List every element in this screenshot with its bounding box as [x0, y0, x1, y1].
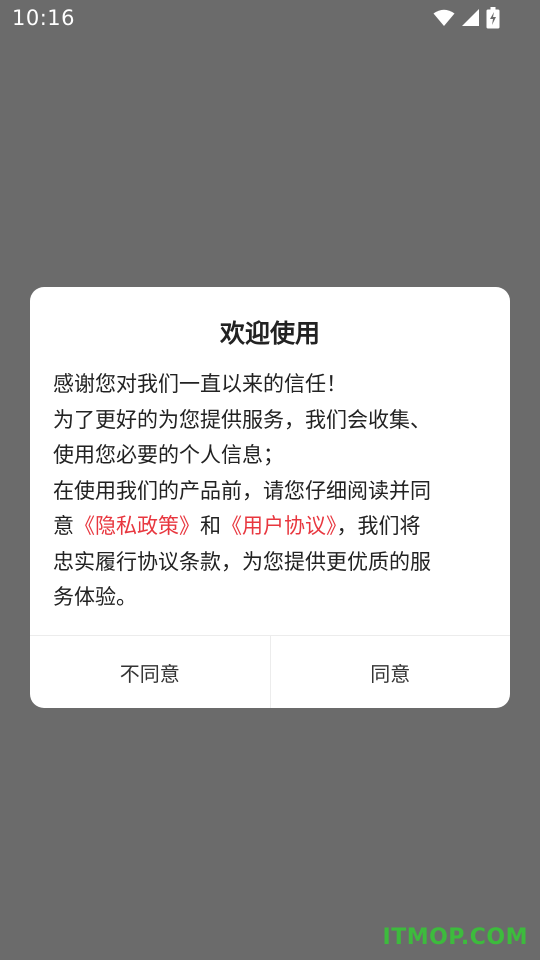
body-line: 在使用我们的产品前，请您仔细阅读并同 [53, 478, 431, 503]
privacy-dialog: 欢迎使用 感谢您对我们一直以来的信任！ 为了更好的为您提供服务，我们会收集、 使… [30, 287, 510, 708]
body-line: 感谢您对我们一直以来的信任！ [53, 372, 347, 396]
status-bar: 10:16 [0, 0, 540, 38]
agree-button[interactable]: 同意 [271, 636, 511, 708]
dialog-body: 感谢您对我们一直以来的信任！ 为了更好的为您提供服务，我们会收集、 使用您必要的… [53, 367, 493, 616]
status-time: 10:16 [12, 6, 76, 30]
cellular-signal-icon [461, 9, 480, 27]
body-line: 意《隐私政策》和《用户协议》，我们将 [53, 509, 493, 545]
user-agreement-link[interactable]: 《用户协议》 [221, 514, 337, 538]
dialog-actions: 不同意 同意 [30, 635, 510, 708]
body-text: ，我们将 [336, 514, 421, 538]
body-line: 忠实履行协议条款，为您提供更优质的服 [53, 549, 431, 574]
wifi-icon [433, 9, 455, 27]
watermark-logo: ITMOP.COM [382, 925, 528, 950]
body-line: 为了更好的为您提供服务，我们会收集、 [53, 407, 431, 432]
body-line: 使用您必要的个人信息； [53, 443, 284, 467]
privacy-policy-link[interactable]: 《隐私政策》 [74, 514, 200, 538]
battery-charging-icon [486, 7, 500, 29]
dialog-title: 欢迎使用 [219, 319, 320, 348]
body-text: 意 [53, 514, 74, 538]
body-line: 务体验。 [53, 585, 137, 609]
decline-button[interactable]: 不同意 [30, 636, 270, 708]
status-icons [433, 7, 500, 29]
body-text: 和 [200, 514, 221, 538]
